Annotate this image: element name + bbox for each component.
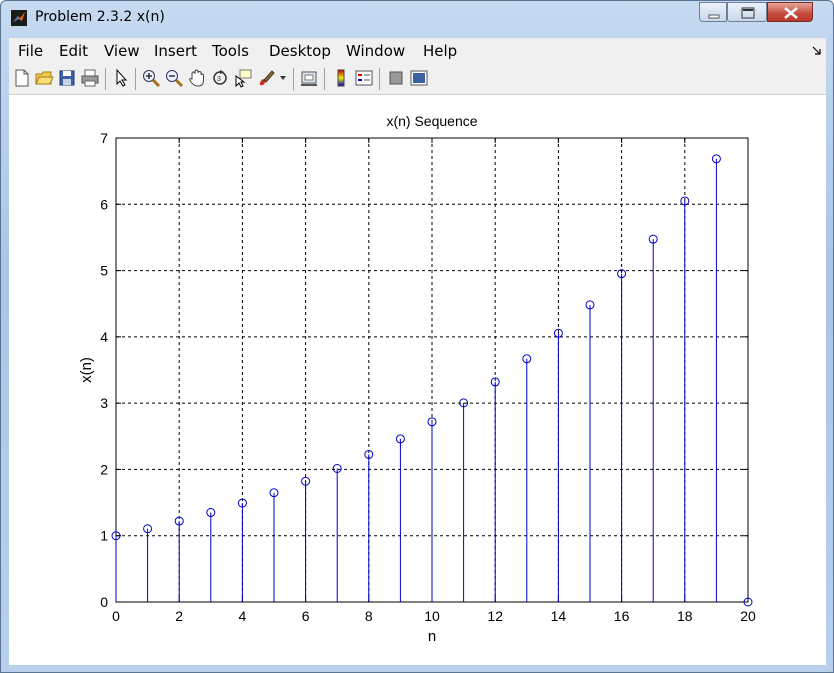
- menu-help[interactable]: Help: [423, 42, 457, 60]
- minimize-icon: [708, 14, 720, 19]
- zoom-in-icon[interactable]: [141, 68, 161, 88]
- title-bar[interactable]: Problem 2.3.2 x(n): [1, 1, 833, 35]
- save-icon[interactable]: [57, 68, 77, 88]
- y-axis-label: x(n): [78, 357, 95, 383]
- maximize-button[interactable]: [727, 2, 767, 22]
- rotate-3d-icon[interactable]: 3: [210, 68, 230, 88]
- edit-plot-arrow-icon[interactable]: [111, 68, 131, 88]
- y-tick-label: 7: [100, 130, 108, 146]
- x-tick-label: 0: [112, 608, 120, 624]
- menu-desktop[interactable]: Desktop: [269, 42, 331, 60]
- menu-edit[interactable]: Edit: [59, 42, 88, 60]
- legend-icon[interactable]: [354, 68, 374, 88]
- y-tick-label: 0: [100, 594, 108, 610]
- open-file-icon[interactable]: [34, 68, 54, 88]
- x-tick-label: 4: [239, 608, 247, 624]
- x-tick-label: 20: [740, 608, 756, 624]
- dock-arrow-icon[interactable]: [812, 46, 822, 56]
- x-tick-label: 6: [302, 608, 310, 624]
- data-cursor-icon[interactable]: [233, 68, 253, 88]
- x-tick-label: 10: [424, 608, 440, 624]
- print-icon[interactable]: [80, 68, 100, 88]
- y-tick-label: 4: [100, 329, 108, 345]
- chart-title: x(n) Sequence: [386, 113, 477, 129]
- y-tick-label: 1: [100, 528, 108, 544]
- menu-bar: File Edit View Insert Tools Desktop Wind…: [9, 38, 826, 64]
- toolbar-separator: [379, 68, 380, 90]
- maximize-icon: [741, 7, 755, 19]
- dropdown-arrow-icon[interactable]: [279, 74, 287, 82]
- x-tick-label: 18: [677, 608, 693, 624]
- figure-toolbar: 3: [9, 64, 826, 95]
- y-tick-label: 5: [100, 263, 108, 279]
- menu-file[interactable]: File: [18, 42, 43, 60]
- stem-plot: 0 2 4 6 8 10 12 14 16 18 2001234567 x(n) Sequence …: [78, 113, 756, 645]
- x-tick-label: 8: [365, 608, 373, 624]
- x-tick-label: 12: [487, 608, 503, 624]
- y-tick-label: 3: [100, 395, 108, 411]
- window-title: Problem 2.3.2 x(n): [35, 9, 165, 25]
- x-tick-label: 14: [551, 608, 567, 624]
- x-tick-label: 16: [614, 608, 630, 624]
- toolbar-separator: [324, 68, 325, 90]
- toolbar-separator: [105, 68, 106, 90]
- figure-canvas: 0 2 4 6 8 10 12 14 16 18 20 0 1 2 3 4 5 6 7 x(n) Sequence …: [9, 95, 826, 665]
- pan-hand-icon[interactable]: [187, 68, 207, 88]
- menu-view[interactable]: View: [104, 42, 140, 60]
- matlab-logo-icon: [11, 10, 27, 26]
- menu-tools[interactable]: Tools: [212, 42, 249, 60]
- colorbar-icon[interactable]: [331, 68, 351, 88]
- new-figure-icon[interactable]: [12, 68, 32, 88]
- close-icon: [784, 7, 798, 19]
- svg-text:3: 3: [217, 76, 221, 83]
- x-axis-label: n: [428, 628, 436, 645]
- zoom-out-icon[interactable]: [164, 68, 184, 88]
- hide-plot-tools-icon[interactable]: [386, 68, 406, 88]
- brush-icon[interactable]: [256, 68, 276, 88]
- toolbar-separator: [293, 68, 294, 90]
- menu-window[interactable]: Window: [346, 42, 405, 60]
- menu-insert[interactable]: Insert: [154, 42, 197, 60]
- close-button[interactable]: [767, 2, 813, 22]
- minimize-button[interactable]: [699, 2, 727, 22]
- y-tick-label: 6: [100, 196, 108, 212]
- x-tick-label: 2: [175, 608, 183, 624]
- figure-window: Problem 2.3.2 x(n) File Edit View Insert…: [0, 0, 834, 673]
- link-plot-icon[interactable]: [299, 68, 319, 88]
- toolbar-separator: [135, 68, 136, 90]
- y-tick-label: 2: [100, 461, 108, 477]
- show-plot-tools-icon[interactable]: [409, 68, 429, 88]
